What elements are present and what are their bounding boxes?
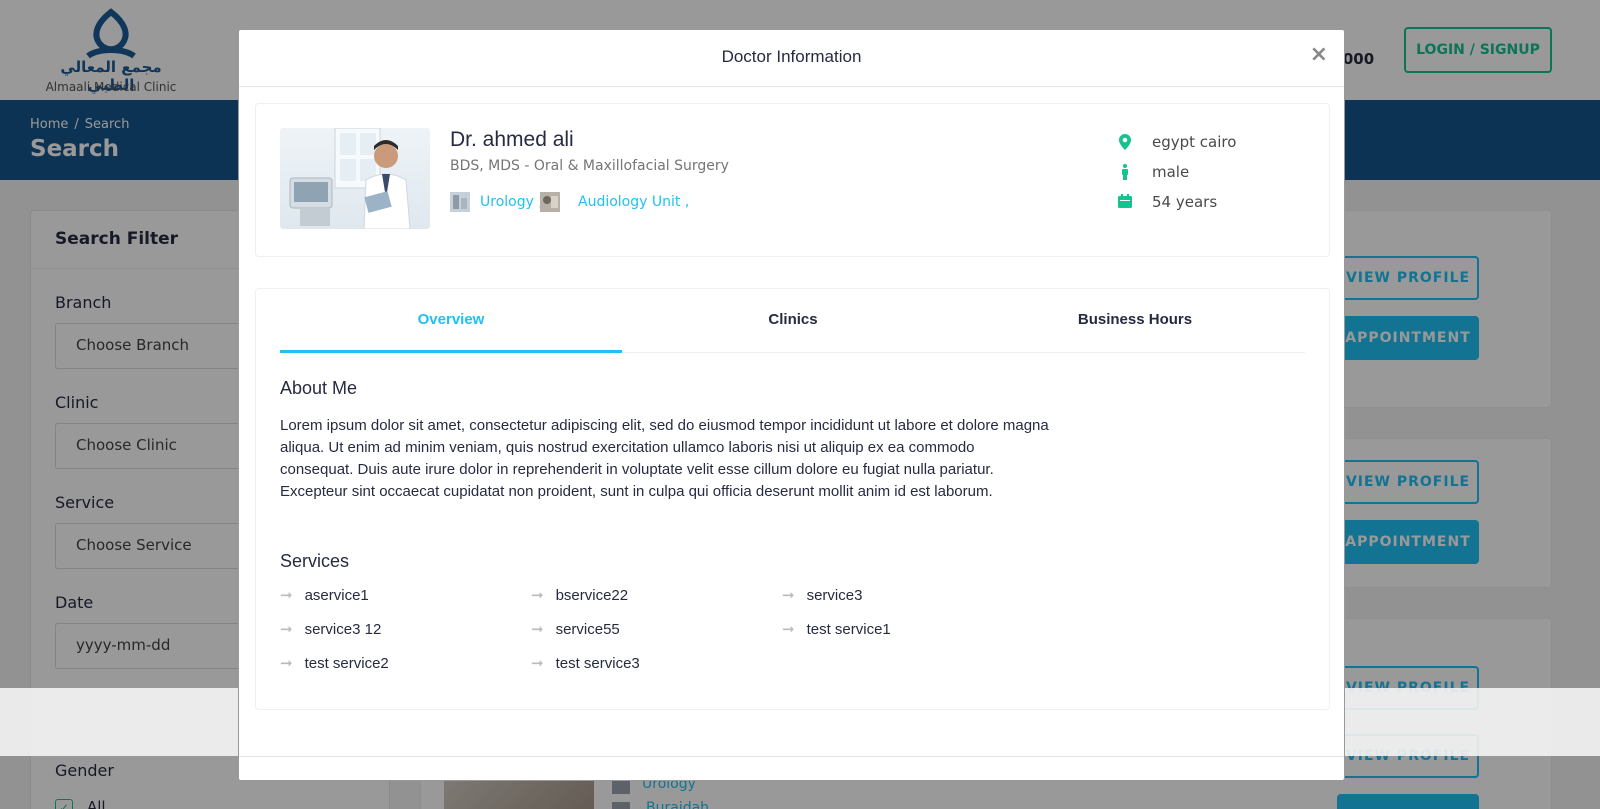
speciality-audiology[interactable]: Audiology Unit , <box>540 192 689 212</box>
doctor-degree: BDS, MDS - Oral & Maxillofacial Surgery <box>450 158 729 174</box>
gender-text: male <box>1152 163 1190 181</box>
doctor-details-tabs-card: Overview Clinics Business Hours About Me… <box>255 288 1330 710</box>
location-text: egypt cairo <box>1152 133 1237 151</box>
speciality-label: Audiology Unit , <box>578 194 690 210</box>
audiology-thumbnail-icon <box>540 192 560 212</box>
service-label: aservice1 <box>304 586 369 604</box>
tab-clinics[interactable]: Clinics <box>622 311 964 328</box>
service-item: ➞ test service3 <box>531 654 640 673</box>
services-heading: Services <box>280 551 350 571</box>
age-text: 54 years <box>1152 193 1218 211</box>
doctor-gender: male <box>1118 163 1189 181</box>
arrow-right-icon: ➞ <box>782 587 795 604</box>
close-icon[interactable]: × <box>1310 44 1328 66</box>
service-item: ➞ service3 12 <box>280 620 382 639</box>
doctor-photo <box>280 128 430 229</box>
service-item: ➞ service3 <box>782 586 863 605</box>
service-label: service55 <box>555 620 620 638</box>
service-item: ➞ service55 <box>531 620 620 639</box>
service-label: bservice22 <box>555 586 629 604</box>
service-label: service3 12 <box>304 620 382 638</box>
urology-thumbnail-icon <box>450 192 470 212</box>
doctor-age: 54 years <box>1118 193 1217 211</box>
about-me-heading: About Me <box>280 378 358 398</box>
service-item: ➞ test service2 <box>280 654 389 673</box>
active-tab-indicator <box>280 350 622 353</box>
arrow-right-icon: ➞ <box>531 621 544 638</box>
arrow-right-icon: ➞ <box>531 655 544 672</box>
doctor-summary-card: Dr. ahmed ali BDS, MDS - Oral & Maxillof… <box>255 103 1330 257</box>
tab-overview[interactable]: Overview <box>280 311 622 328</box>
doctor-photo-illustration <box>289 128 411 229</box>
modal-title: Doctor Information <box>721 47 862 66</box>
tab-business-hours[interactable]: Business Hours <box>964 311 1306 328</box>
service-item: ➞ test service1 <box>782 620 891 639</box>
service-label: test service3 <box>555 654 640 672</box>
calendar-icon <box>1118 194 1132 210</box>
speciality-urology[interactable]: Urology , <box>450 192 543 212</box>
modal-footer-divider <box>239 756 1344 757</box>
map-marker-icon <box>1118 134 1132 150</box>
arrow-right-icon: ➞ <box>280 621 293 638</box>
service-item: ➞ aservice1 <box>280 586 369 605</box>
service-label: test service2 <box>304 654 389 672</box>
modal-header: Doctor Information × <box>239 30 1344 87</box>
service-label: test service1 <box>806 620 891 638</box>
service-item: ➞ bservice22 <box>531 586 629 605</box>
about-me-text: Lorem ipsum dolor sit amet, consectetur … <box>280 417 1049 500</box>
service-label: service3 <box>806 586 863 604</box>
doctor-information-modal: Doctor Information × Dr. ahmed ali BDS, … <box>238 29 1345 781</box>
arrow-right-icon: ➞ <box>280 587 293 604</box>
speciality-label: Urology , <box>480 194 543 210</box>
doctor-location: egypt cairo <box>1118 133 1236 151</box>
doctor-name: Dr. ahmed ali <box>450 128 574 151</box>
arrow-right-icon: ➞ <box>280 655 293 672</box>
male-icon <box>1118 164 1132 180</box>
arrow-right-icon: ➞ <box>531 587 544 604</box>
arrow-right-icon: ➞ <box>782 621 795 638</box>
